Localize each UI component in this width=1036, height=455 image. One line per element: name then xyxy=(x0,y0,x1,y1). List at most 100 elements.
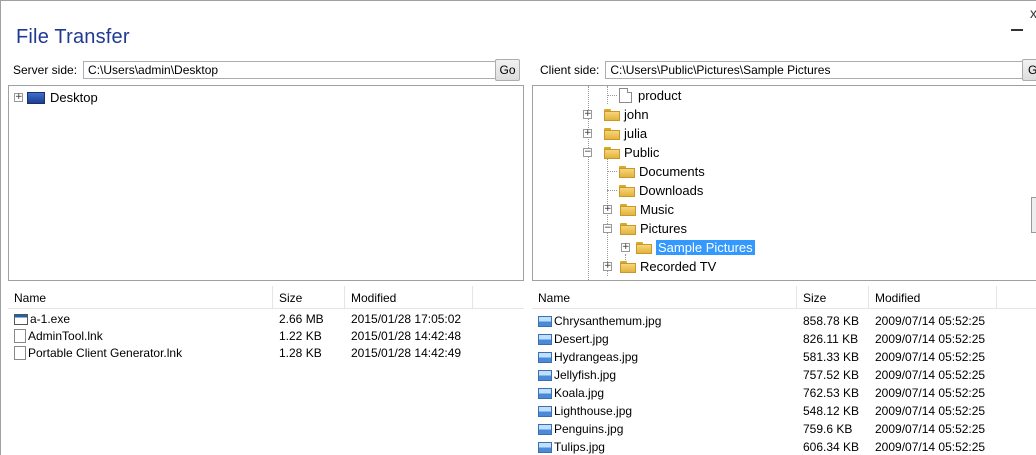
expand-icon[interactable]: + xyxy=(14,93,23,102)
image-icon xyxy=(538,316,552,327)
column-header-name[interactable]: Name xyxy=(8,286,273,308)
pane-splitter[interactable] xyxy=(524,85,530,455)
column-header-name[interactable]: Name xyxy=(532,286,797,308)
list-header: Name Size Modified xyxy=(8,286,524,309)
tree-node-label: product xyxy=(638,88,682,103)
list-header: Name Size Modified xyxy=(532,286,1036,309)
tree-node-documents[interactable]: Documents xyxy=(607,162,705,181)
column-header-spacer xyxy=(473,286,524,308)
column-header-size[interactable]: Size xyxy=(273,286,345,308)
image-icon xyxy=(538,334,552,345)
tree-node-music[interactable]: + Music xyxy=(603,200,674,219)
table-row[interactable]: Penguins.jpg 759.6 KB 2009/07/14 05:52:2… xyxy=(532,421,1009,438)
collapse-icon[interactable]: − xyxy=(583,148,592,157)
file-name: Lighthouse.jpg xyxy=(554,404,633,418)
file-name: Chrysanthemum.jpg xyxy=(554,314,662,328)
file-icon xyxy=(619,88,632,103)
folder-icon xyxy=(620,203,636,216)
tree-node-product[interactable]: product xyxy=(607,86,681,105)
table-row[interactable]: Jellyfish.jpg 757.52 KB 2009/07/14 05:52… xyxy=(532,367,1009,384)
column-header-modified[interactable]: Modified xyxy=(869,286,997,308)
file-modified: 2009/07/14 05:52:25 xyxy=(875,404,986,418)
file-name: Portable Client Generator.lnk xyxy=(28,346,183,360)
file-name: Desert.jpg xyxy=(554,332,609,346)
tree-node-desktop[interactable]: + Desktop xyxy=(14,88,98,107)
folder-icon xyxy=(620,222,636,235)
file-name: a-1.exe xyxy=(30,312,71,326)
tree-guide xyxy=(607,171,617,172)
close-button[interactable]: x xyxy=(1030,5,1036,21)
tree-node-label: Public xyxy=(624,145,660,160)
table-row[interactable]: Lighthouse.jpg 548.12 KB 2009/07/14 05:5… xyxy=(532,403,1009,420)
tree-node-sample-pictures[interactable]: + Sample Pictures xyxy=(621,238,755,257)
server-file-list[interactable]: Name Size Modified a-1.exe 2.66 MB 2015/… xyxy=(8,286,524,455)
tree-node-label-selected: Sample Pictures xyxy=(656,240,755,255)
table-row[interactable]: Hydrangeas.jpg 581.33 KB 2009/07/14 05:5… xyxy=(532,349,1009,366)
table-row[interactable]: Desert.jpg 826.11 KB 2009/07/14 05:52:25 xyxy=(532,331,1009,348)
server-folder-tree[interactable]: + Desktop xyxy=(8,85,524,281)
image-icon xyxy=(538,370,552,381)
tree-node-john[interactable]: + john xyxy=(583,105,649,124)
tree-guide xyxy=(607,95,617,96)
folder-icon xyxy=(619,184,635,197)
file-name: Penguins.jpg xyxy=(554,422,624,436)
tree-node-label: Pictures xyxy=(640,221,687,236)
tree-guide xyxy=(607,190,617,191)
collapse-icon[interactable]: − xyxy=(603,224,612,233)
tree-node-label: Downloads xyxy=(639,183,704,198)
tree-node-recorded-tv[interactable]: + Recorded TV xyxy=(603,257,716,276)
expand-icon[interactable]: + xyxy=(621,243,630,252)
file-modified: 2015/01/28 17:05:02 xyxy=(351,312,462,326)
file-modified: 2009/07/14 05:52:25 xyxy=(875,368,986,382)
client-folder-tree[interactable]: product + john + julia − Public Document… xyxy=(532,85,1036,281)
image-icon xyxy=(538,388,552,399)
tree-node-pictures[interactable]: − Pictures xyxy=(603,219,687,238)
scrollbar-thumb[interactable] xyxy=(1031,197,1036,233)
client-file-list[interactable]: Name Size Modified Chrysanthemum.jpg 858… xyxy=(532,286,1036,455)
file-size: 1.28 KB xyxy=(279,346,322,360)
file-modified: 2009/07/14 05:52:25 xyxy=(875,422,986,436)
folder-icon xyxy=(619,165,635,178)
expand-icon[interactable]: + xyxy=(583,129,592,138)
client-go-button[interactable]: Go xyxy=(1022,59,1036,81)
tree-node-downloads[interactable]: Downloads xyxy=(607,181,703,200)
file-modified: 2009/07/14 05:52:25 xyxy=(875,314,986,328)
folder-icon xyxy=(604,127,620,140)
table-row[interactable]: AdminTool.lnk 1.22 KB 2015/01/28 14:42:4… xyxy=(8,328,485,345)
tree-node-label: Desktop xyxy=(50,90,98,105)
tree-node-label: john xyxy=(624,107,649,122)
tree-node-label: julia xyxy=(624,126,648,141)
client-path-input[interactable]: C:\Users\Public\Pictures\Sample Pictures xyxy=(605,61,1026,79)
folder-icon xyxy=(604,146,620,159)
file-modified: 2015/01/28 14:42:48 xyxy=(351,329,462,343)
tree-node-julia[interactable]: + julia xyxy=(583,124,647,143)
table-row[interactable]: Chrysanthemum.jpg 858.78 KB 2009/07/14 0… xyxy=(532,313,1009,330)
expand-icon[interactable]: + xyxy=(603,262,612,271)
tree-node-public[interactable]: − Public xyxy=(583,143,659,162)
column-header-modified[interactable]: Modified xyxy=(345,286,473,308)
file-name: Hydrangeas.jpg xyxy=(554,350,639,364)
tree-node-label: Recorded TV xyxy=(640,259,717,274)
table-row[interactable]: Portable Client Generator.lnk 1.28 KB 20… xyxy=(8,345,485,362)
shortcut-icon xyxy=(14,346,26,360)
expand-icon[interactable]: + xyxy=(583,110,592,119)
column-header-size[interactable]: Size xyxy=(797,286,869,308)
image-icon xyxy=(538,424,552,435)
client-side-label: Client side: xyxy=(540,63,600,77)
file-name: Tulips.jpg xyxy=(554,440,605,454)
desktop-icon xyxy=(27,91,45,104)
file-size: 2.66 MB xyxy=(279,312,324,326)
minimize-button[interactable] xyxy=(1011,29,1023,31)
folder-icon xyxy=(604,108,620,121)
table-row[interactable]: a-1.exe 2.66 MB 2015/01/28 17:05:02 xyxy=(8,311,485,328)
server-path-input[interactable]: C:\Users\admin\Desktop xyxy=(83,61,504,79)
file-size: 606.34 KB xyxy=(803,440,860,454)
file-size: 826.11 KB xyxy=(803,332,859,346)
expand-icon[interactable]: + xyxy=(603,205,612,214)
server-go-button[interactable]: Go xyxy=(495,59,520,81)
table-row[interactable]: Koala.jpg 762.53 KB 2009/07/14 05:52:25 xyxy=(532,385,1009,402)
file-size: 757.52 KB xyxy=(803,368,860,382)
file-modified: 2015/01/28 14:42:49 xyxy=(351,346,462,360)
table-row[interactable]: Tulips.jpg 606.34 KB 2009/07/14 05:52:25 xyxy=(532,439,1009,455)
folder-icon xyxy=(636,241,652,254)
